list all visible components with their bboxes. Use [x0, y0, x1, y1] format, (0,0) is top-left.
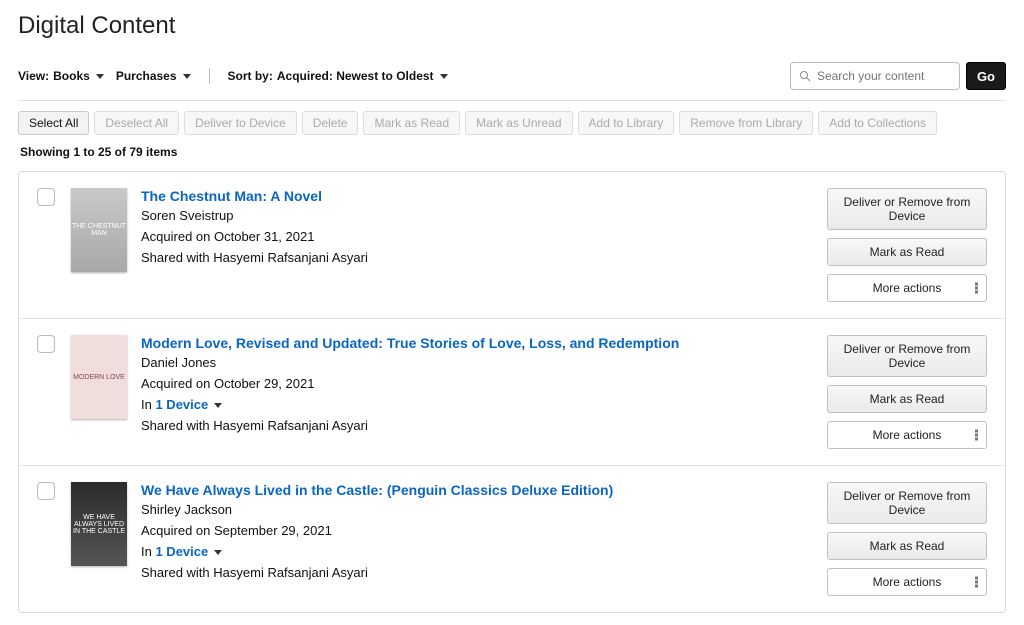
bulk-action-row: Select All Deselect All Deliver to Devic… — [18, 101, 1006, 141]
item-author: Daniel Jones — [141, 355, 813, 370]
deliver-remove-button[interactable]: Deliver or Remove from Device — [827, 335, 987, 377]
more-actions-button[interactable]: More actions — [827, 568, 987, 596]
caret-down-icon — [214, 403, 222, 408]
devices-link[interactable]: 1 Device — [155, 544, 208, 559]
search-box[interactable] — [790, 62, 960, 90]
book-cover[interactable]: WE HAVE ALWAYS LIVED IN THE CASTLE — [71, 482, 127, 566]
item-title-link[interactable]: The Chestnut Man: A Novel — [141, 188, 813, 204]
item-title-link[interactable]: Modern Love, Revised and Updated: True S… — [141, 335, 813, 351]
remove-library-button: Remove from Library — [679, 111, 813, 135]
item-author: Soren Sveistrup — [141, 208, 813, 223]
item-author: Shirley Jackson — [141, 502, 813, 517]
view-label: View: — [18, 69, 49, 83]
item-title-link[interactable]: We Have Always Lived in the Castle: (Pen… — [141, 482, 813, 498]
row-checkbox[interactable] — [37, 335, 55, 353]
select-all-button[interactable]: Select All — [18, 111, 89, 135]
deliver-remove-button[interactable]: Deliver or Remove from Device — [827, 482, 987, 524]
sort-filter[interactable]: Sort by: Acquired: Newest to Oldest — [228, 69, 448, 83]
more-actions-label: More actions — [873, 575, 942, 589]
divider — [209, 68, 210, 84]
item-acquired: Acquired on October 29, 2021 — [141, 376, 813, 391]
delete-button: Delete — [302, 111, 359, 135]
view-purchases-value: Purchases — [116, 69, 177, 83]
sort-value: Acquired: Newest to Oldest — [277, 69, 434, 83]
row-checkbox[interactable] — [37, 188, 55, 206]
row-checkbox[interactable] — [37, 482, 55, 500]
book-cover[interactable]: THE CHESTNUT MAN — [71, 188, 127, 272]
mark-read-button[interactable]: Mark as Read — [827, 385, 987, 413]
deliver-button: Deliver to Device — [184, 111, 297, 135]
more-actions-label: More actions — [873, 428, 942, 442]
item-devices: In 1 Device — [141, 544, 813, 559]
more-actions-button[interactable]: More actions — [827, 274, 987, 302]
mark-read-button[interactable]: Mark as Read — [827, 532, 987, 560]
deliver-remove-button[interactable]: Deliver or Remove from Device — [827, 188, 987, 230]
add-collections-button: Add to Collections — [818, 111, 937, 135]
filter-bar: View: Books Purchases Sort by: Acquired:… — [18, 56, 1006, 101]
deselect-all-button: Deselect All — [94, 111, 179, 135]
devices-prefix: In — [141, 397, 155, 412]
go-button[interactable]: Go — [966, 62, 1006, 90]
caret-down-icon — [96, 74, 104, 79]
add-library-button: Add to Library — [578, 111, 675, 135]
page-title: Digital Content — [18, 12, 1006, 40]
list-item: MODERN LOVE Modern Love, Revised and Upd… — [19, 319, 1005, 466]
item-shared: Shared with Hasyemi Rafsanjani Asyari — [141, 418, 813, 433]
kebab-icon — [975, 577, 978, 588]
view-books-value: Books — [53, 69, 90, 83]
item-devices: In 1 Device — [141, 397, 813, 412]
item-shared: Shared with Hasyemi Rafsanjani Asyari — [141, 250, 813, 265]
caret-down-icon — [183, 74, 191, 79]
list-item: WE HAVE ALWAYS LIVED IN THE CASTLE We Ha… — [19, 466, 1005, 612]
content-list: THE CHESTNUT MAN The Chestnut Man: A Nov… — [18, 171, 1006, 613]
devices-prefix: In — [141, 544, 155, 559]
view-filter[interactable]: View: Books Purchases — [18, 69, 191, 83]
mark-read-button[interactable]: Mark as Read — [827, 238, 987, 266]
item-acquired: Acquired on September 29, 2021 — [141, 523, 813, 538]
devices-link[interactable]: 1 Device — [155, 397, 208, 412]
kebab-icon — [975, 430, 978, 441]
caret-down-icon — [214, 550, 222, 555]
item-shared: Shared with Hasyemi Rafsanjani Asyari — [141, 565, 813, 580]
book-cover[interactable]: MODERN LOVE — [71, 335, 127, 419]
list-item: THE CHESTNUT MAN The Chestnut Man: A Nov… — [19, 172, 1005, 319]
caret-down-icon — [440, 74, 448, 79]
kebab-icon — [975, 283, 978, 294]
more-actions-label: More actions — [873, 281, 942, 295]
search-icon — [799, 70, 811, 82]
sort-label: Sort by: — [228, 69, 273, 83]
search-input[interactable] — [815, 68, 951, 84]
more-actions-button[interactable]: More actions — [827, 421, 987, 449]
mark-unread-button: Mark as Unread — [465, 111, 572, 135]
showing-count: Showing 1 to 25 of 79 items — [18, 141, 1006, 171]
mark-read-button: Mark as Read — [363, 111, 460, 135]
item-acquired: Acquired on October 31, 2021 — [141, 229, 813, 244]
